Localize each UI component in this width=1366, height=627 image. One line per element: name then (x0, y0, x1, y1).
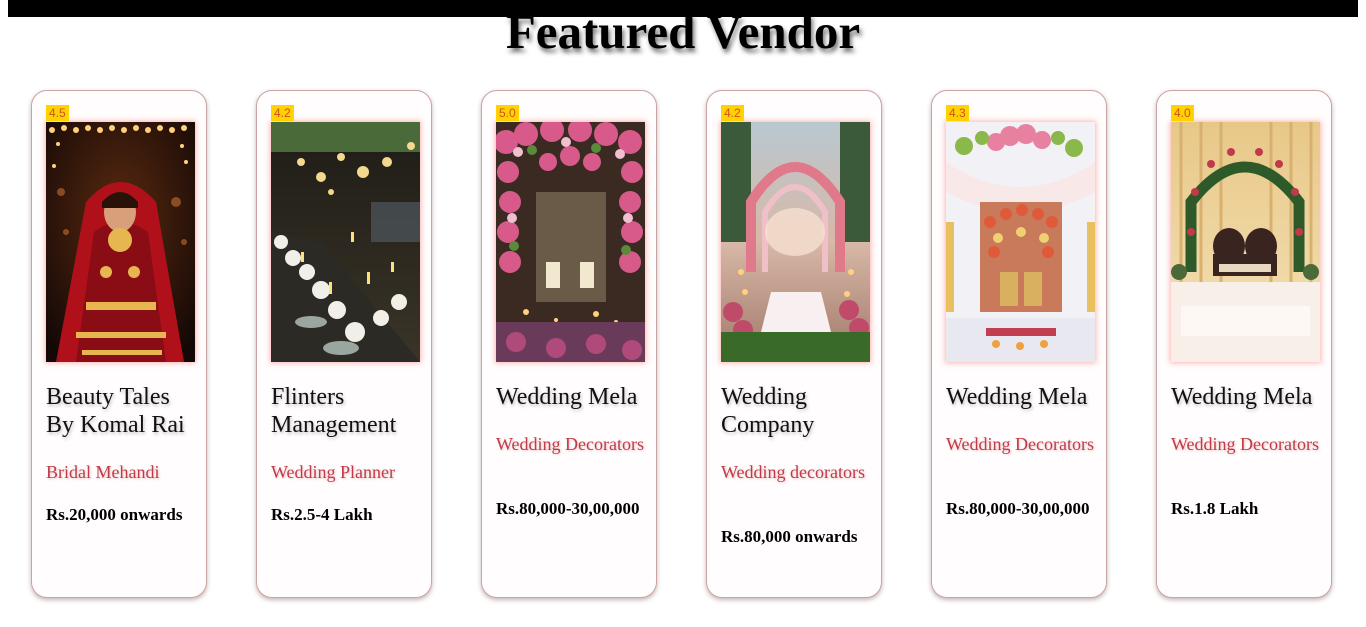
vendor-name[interactable]: Wedding Mela (496, 383, 652, 411)
vendor-name[interactable]: Flinters Management (271, 383, 427, 439)
floral-mandap-photo[interactable] (496, 122, 645, 362)
vendor-price: Rs.20,000 onwards (46, 505, 183, 524)
vendor-card[interactable]: 4.3 Wedding Mela Wedding Decorators Rs.8… (931, 90, 1107, 598)
rating-badge: 4.0 (1171, 105, 1194, 121)
vendor-price: Rs.80,000-30,00,000 (496, 499, 640, 518)
vendor-category: Wedding Decorators (1171, 434, 1319, 454)
rating-badge: 4.2 (271, 105, 294, 121)
vendor-name[interactable]: Wedding Company (721, 383, 877, 439)
rating-badge: 5.0 (496, 105, 519, 121)
vendor-price: Rs.80,000-30,00,000 (946, 499, 1090, 518)
vendor-card[interactable]: 4.2 Flinters Management Wedding Planner … (256, 90, 432, 598)
floral-arch-aisle-photo[interactable] (721, 122, 870, 362)
bride-photo[interactable] (46, 122, 195, 362)
banquet-table-photo[interactable] (271, 122, 420, 362)
vendor-category: Wedding Decorators (946, 434, 1094, 454)
rating-badge: 4.3 (946, 105, 969, 121)
vendor-price: Rs.2.5-4 Lakh (271, 505, 373, 524)
vendor-price: Rs.1.8 Lakh (1171, 499, 1259, 518)
vendor-category: Bridal Mehandi (46, 462, 160, 482)
vendor-name[interactable]: Wedding Mela (1171, 383, 1327, 411)
page-title: Featured Vendor (505, 4, 861, 59)
vendor-card[interactable]: 5.0 Wedding Mela Wedding Decorators Rs.8… (481, 90, 657, 598)
rating-badge: 4.2 (721, 105, 744, 121)
vendor-name[interactable]: Wedding Mela (946, 383, 1102, 411)
vendor-name[interactable]: Beauty Tales By Komal Rai (46, 383, 202, 439)
vendor-card[interactable]: 4.5 Beauty Tales By Komal Rai Bridal Meh… (31, 90, 207, 598)
vendor-card[interactable]: 4.2 Wedding Company Wedding decorators R… (706, 90, 882, 598)
flower-arch-sofa-photo[interactable] (1171, 122, 1320, 362)
vendor-card[interactable]: 4.0 Wedding Mela Wedding Decorators Rs.1… (1156, 90, 1332, 598)
vendor-category: Wedding Decorators (496, 434, 644, 454)
vendor-category: Wedding decorators (721, 462, 865, 482)
vendor-price: Rs.80,000 onwards (721, 527, 858, 546)
vendor-category: Wedding Planner (271, 462, 396, 482)
rating-badge: 4.5 (46, 105, 69, 121)
stage-decor-photo[interactable] (946, 122, 1095, 362)
